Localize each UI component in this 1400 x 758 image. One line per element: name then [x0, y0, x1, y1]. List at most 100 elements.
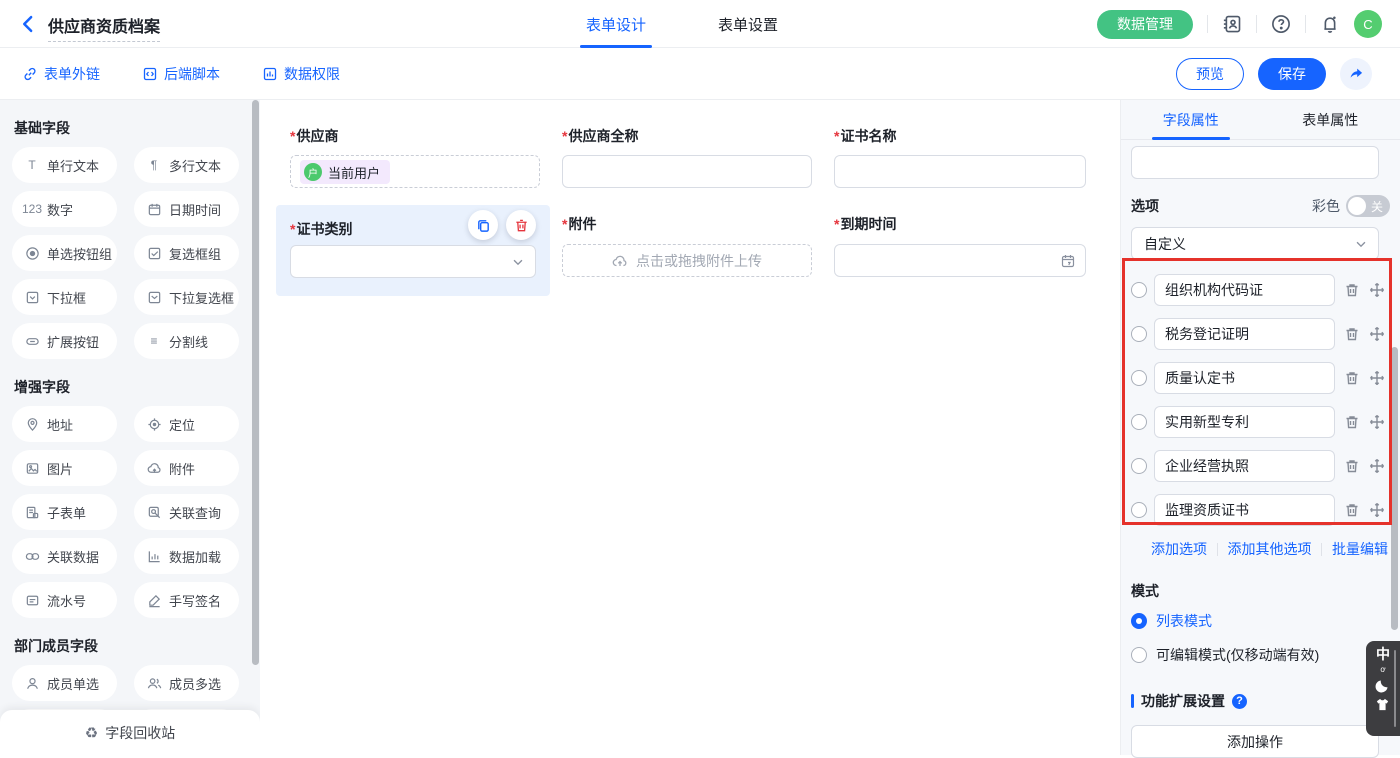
field-type-pill-target[interactable]: 定位: [134, 406, 239, 442]
option-delete-icon[interactable]: [1344, 370, 1360, 386]
field-type-label: 地址: [47, 415, 73, 434]
option-value-input[interactable]: [1154, 494, 1335, 526]
field-type-pill-text-single[interactable]: T 单行文本: [12, 147, 117, 183]
page-title: 供应商资质档案: [48, 13, 160, 42]
text-single-icon: T: [24, 157, 40, 173]
field-input-cert-name[interactable]: [834, 155, 1086, 188]
option-drag-icon[interactable]: [1369, 282, 1385, 298]
field-type-pill-users[interactable]: 成员多选: [134, 665, 239, 701]
option-delete-icon[interactable]: [1344, 326, 1360, 342]
field-type-pill-link-data[interactable]: 关联数据: [12, 538, 117, 574]
delete-field-button[interactable]: [506, 210, 536, 240]
field-type-pill-multiselect[interactable]: 下拉复选框: [134, 279, 239, 315]
panel-scrollbar[interactable]: [1391, 347, 1398, 630]
field-recycle-bin[interactable]: ♻ 字段回收站: [0, 710, 260, 755]
option-radio[interactable]: [1131, 414, 1147, 430]
user-tag-label: 当前用户: [328, 163, 380, 182]
toolbar-link[interactable]: 表单外链: [22, 64, 100, 84]
field-type-pill-cloud[interactable]: 附件: [134, 450, 239, 486]
extension-help-icon[interactable]: ?: [1232, 694, 1247, 709]
option-value-input[interactable]: [1154, 450, 1335, 482]
field-type-label: 成员多选: [169, 674, 221, 693]
text-multi-icon: ¶: [146, 157, 162, 173]
option-radio[interactable]: [1131, 458, 1147, 474]
data-manage-button[interactable]: 数据管理: [1097, 10, 1193, 39]
field-type-pill-serial[interactable]: 流水号: [12, 582, 117, 618]
option-delete-icon[interactable]: [1344, 282, 1360, 298]
toolbar-link[interactable]: 后端脚本: [142, 64, 220, 84]
field-type-pill-calendar[interactable]: 日期时间: [134, 191, 239, 227]
toolbar-link-icon: [142, 66, 158, 82]
field-type-pill-text-multi[interactable]: ¶ 多行文本: [134, 147, 239, 183]
color-toggle[interactable]: 关: [1346, 195, 1390, 217]
field-type-pill-capsule[interactable]: 扩展按钮: [12, 323, 117, 359]
field-date-expire[interactable]: [834, 244, 1086, 277]
tab-form-settings[interactable]: 表单设置: [712, 0, 784, 48]
field-type-label: 附件: [169, 459, 195, 478]
sidebar-scrollbar[interactable]: [252, 100, 259, 665]
language-zh-label[interactable]: 中: [1376, 647, 1390, 662]
share-button[interactable]: [1340, 58, 1372, 90]
batch-edit-link[interactable]: 批量编辑: [1332, 539, 1388, 559]
field-type-pill-signature[interactable]: 手写签名: [134, 582, 239, 618]
tab-field-properties[interactable]: 字段属性: [1121, 100, 1261, 139]
language-sub-mark: ơ: [1380, 666, 1385, 673]
back-icon[interactable]: [18, 14, 38, 34]
tab-form-properties[interactable]: 表单属性: [1261, 100, 1400, 139]
option-source-select[interactable]: 自定义: [1131, 227, 1379, 260]
option-drag-icon[interactable]: [1369, 414, 1385, 430]
field-type-pill-select[interactable]: 下拉框: [12, 279, 117, 315]
mode-option-list[interactable]: 列表模式: [1131, 611, 1390, 631]
field-type-pill-number[interactable]: 123 数字: [12, 191, 117, 227]
field-upload-attachment[interactable]: 点击或拖拽附件上传: [562, 244, 812, 277]
option-value-input[interactable]: [1154, 318, 1335, 350]
field-input-supplier-full[interactable]: [562, 155, 812, 188]
copy-field-button[interactable]: [468, 210, 498, 240]
field-type-pill-image[interactable]: 图片: [12, 450, 117, 486]
option-drag-icon[interactable]: [1369, 370, 1385, 386]
selected-field-cert-type[interactable]: 证书类别: [276, 205, 550, 296]
option-drag-icon[interactable]: [1369, 502, 1385, 518]
theme-tshirt-icon[interactable]: [1375, 697, 1391, 713]
mode-option-editable[interactable]: 可编辑模式(仅移动端有效): [1131, 645, 1390, 665]
option-drag-icon[interactable]: [1369, 326, 1385, 342]
form-design-canvas[interactable]: 供应商 户 当前用户 供应商全称 证书名称 证书类别 附件 点击或拖拽附件上传 …: [260, 100, 1120, 755]
option-radio[interactable]: [1131, 370, 1147, 386]
option-value-input[interactable]: [1154, 362, 1335, 394]
field-type-pill-divider[interactable]: ≡ 分割线: [134, 323, 239, 359]
field-type-pill-pin[interactable]: 地址: [12, 406, 117, 442]
field-type-pill-checkbox[interactable]: 复选框组: [134, 235, 239, 271]
option-delete-icon[interactable]: [1344, 458, 1360, 474]
field-select-cert-type[interactable]: [290, 245, 536, 278]
field-type-pill-user[interactable]: 成员单选: [12, 665, 117, 701]
option-drag-icon[interactable]: [1369, 458, 1385, 474]
add-option-link[interactable]: 添加选项: [1151, 539, 1207, 559]
current-user-tag[interactable]: 户 当前用户: [300, 160, 390, 184]
option-radio[interactable]: [1131, 326, 1147, 342]
field-type-pill-chart[interactable]: 数据加载: [134, 538, 239, 574]
dark-mode-moon-icon[interactable]: [1375, 677, 1391, 693]
save-button[interactable]: 保存: [1258, 58, 1326, 90]
preview-button[interactable]: 预览: [1176, 58, 1244, 90]
option-value-input[interactable]: [1154, 406, 1335, 438]
tab-form-design[interactable]: 表单设计: [580, 0, 652, 48]
field-type-pill-radio[interactable]: 单选按钮组: [12, 235, 117, 271]
translate-float-widget[interactable]: 中 ơ: [1366, 641, 1400, 736]
address-book-icon[interactable]: [1222, 14, 1242, 34]
option-delete-icon[interactable]: [1344, 414, 1360, 430]
notification-bell-icon[interactable]: [1320, 14, 1340, 34]
user-tag-icon: 户: [304, 163, 322, 181]
field-title-input[interactable]: [1131, 146, 1379, 179]
option-delete-icon[interactable]: [1344, 502, 1360, 518]
add-action-button[interactable]: 添加操作: [1131, 725, 1379, 758]
add-other-option-link[interactable]: 添加其他选项: [1228, 539, 1312, 559]
user-avatar[interactable]: C: [1354, 10, 1382, 38]
option-value-input[interactable]: [1154, 274, 1335, 306]
help-icon[interactable]: [1271, 14, 1291, 34]
field-input-supplier[interactable]: 户 当前用户: [290, 155, 540, 188]
toolbar-link[interactable]: 数据权限: [262, 64, 340, 84]
option-radio[interactable]: [1131, 282, 1147, 298]
field-type-pill-lookup[interactable]: 关联查询: [134, 494, 239, 530]
field-type-pill-subform[interactable]: 子表单: [12, 494, 117, 530]
option-radio[interactable]: [1131, 502, 1147, 518]
